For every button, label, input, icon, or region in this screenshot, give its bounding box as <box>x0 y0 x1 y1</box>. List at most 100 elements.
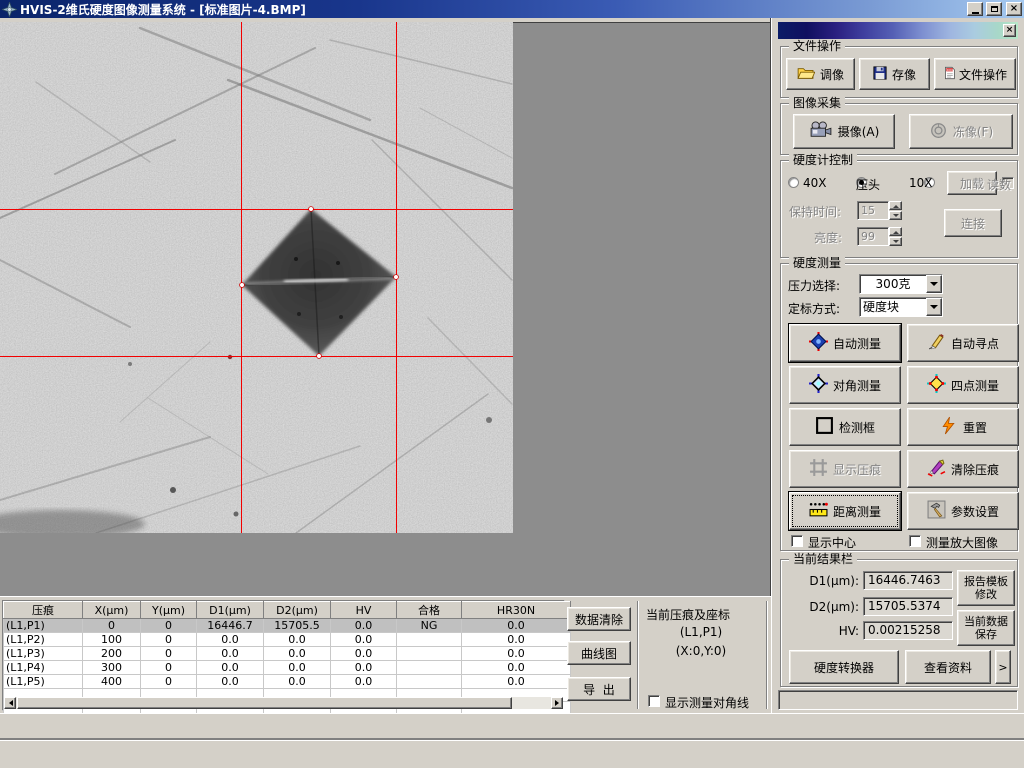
coord-indent-id: (L1,P1) <box>646 625 756 639</box>
distance-measure-icon <box>809 500 828 522</box>
clear-indent-label: 清除压痕 <box>951 461 999 478</box>
calib-dropdown-arrow-icon[interactable] <box>926 298 942 316</box>
diagonal-measure-button[interactable]: 对角测量 <box>789 366 901 404</box>
table-row[interactable]: (L1,P2)10000.00.00.00.0 <box>4 633 571 647</box>
param-settings-button[interactable]: 参数设置 <box>907 492 1019 530</box>
app-icon[interactable] <box>2 2 17 17</box>
column-header[interactable]: HV <box>331 602 397 619</box>
export-button[interactable]: 导 出 <box>567 677 631 701</box>
freeze-button[interactable]: 冻像(F) <box>909 114 1013 149</box>
results-table-wrapper: 压痕X(μm)Y(μm)D1(μm)D2(μm)HV合格HR30N (L1,P1… <box>2 600 565 711</box>
view-info-button[interactable]: 查看资料 <box>905 650 991 684</box>
show-diagonal-checkbox[interactable] <box>648 695 660 707</box>
close-button[interactable]: × <box>1006 2 1022 16</box>
four-point-measure-button[interactable]: 四点测量 <box>907 366 1019 404</box>
distance-measure-button[interactable]: 距离测量 <box>789 492 901 530</box>
taskbar: 开始 e Eye Q msn e 百度MP3搜... 4 Window... W… <box>0 740 1024 768</box>
camera-button[interactable]: 摄像(A) <box>793 114 895 149</box>
hardness-converter-button[interactable]: 硬度转换器 <box>789 650 899 684</box>
column-header[interactable]: HR30N <box>462 602 571 619</box>
auto-seek-icon <box>927 332 946 354</box>
save-data-button[interactable]: 当前数据 保存 <box>957 610 1015 646</box>
detect-frame-label: 检测框 <box>839 419 875 436</box>
capture-group: 图像采集 摄像(A) 冻像(F) <box>780 103 1018 155</box>
show-center-label: 显示中心 <box>808 534 856 551</box>
column-header[interactable]: 压痕 <box>4 602 83 619</box>
magnify-checkbox[interactable] <box>909 535 921 547</box>
reset-icon <box>939 416 958 438</box>
coord-xy: (X:0,Y:0) <box>646 644 756 658</box>
report-template-button[interactable]: 报告模板 修改 <box>957 570 1015 606</box>
radio-40x[interactable] <box>788 177 799 188</box>
clear-data-button[interactable]: 数据清除 <box>567 607 631 631</box>
reset-button[interactable]: 重置 <box>907 408 1019 446</box>
connect-button[interactable]: 连接 <box>944 209 1002 237</box>
title-bar: HVIS-2维氏硬度图像测量系统 - [标准图片-4.BMP] × <box>0 0 1024 18</box>
save-image-button[interactable]: 存像 <box>859 58 930 90</box>
minimize-button[interactable] <box>967 2 983 16</box>
file-operations-label: 文件操作 <box>959 66 1007 83</box>
scroll-right-icon <box>555 700 562 706</box>
save-data-label-1: 当前数据 <box>964 615 1008 628</box>
tester-group-title: 硬度计控制 <box>789 153 857 168</box>
clear-indent-button[interactable]: 清除压痕 <box>907 450 1019 488</box>
auto-measure-button[interactable]: 自动测量 <box>789 324 901 362</box>
hold-time-stepper[interactable] <box>889 201 902 220</box>
scrollbar-thumb[interactable] <box>17 697 512 709</box>
results-table-header[interactable]: 压痕X(μm)Y(μm)D1(μm)D2(μm)HV合格HR30N <box>4 602 571 619</box>
svg-text:DOC: DOC <box>947 67 953 71</box>
table-row[interactable]: (L1,P5)40000.00.00.00.0 <box>4 675 571 689</box>
data-section: 压痕X(μm)Y(μm)D1(μm)D2(μm)HV合格HR30N (L1,P1… <box>0 596 771 713</box>
report-template-label-1: 报告模板 <box>964 575 1008 588</box>
auto-measure-label: 自动测量 <box>833 335 881 352</box>
d2-value-field: 15705.5374 <box>863 597 953 616</box>
param-settings-icon <box>927 500 946 522</box>
table-row[interactable]: (L1,P3)20000.00.00.00.0 <box>4 647 571 661</box>
file-operations-button[interactable]: DOC 文件操作 <box>934 58 1016 90</box>
more-button[interactable]: > <box>995 650 1011 684</box>
hold-time-label: 保持时间: <box>789 203 841 220</box>
panel-close-button[interactable]: × <box>1003 24 1016 37</box>
show-indent-button[interactable]: 显示压痕 <box>789 450 901 488</box>
brightness-field[interactable]: 99 <box>857 227 889 246</box>
force-dropdown-arrow-icon[interactable] <box>926 275 942 293</box>
d1-label: D1(μm): <box>787 574 859 588</box>
scroll-left-button[interactable] <box>4 697 16 709</box>
column-header[interactable]: Y(μm) <box>141 602 197 619</box>
restore-button[interactable] <box>986 2 1002 16</box>
scroll-right-button[interactable] <box>551 697 563 709</box>
d2-label: D2(μm): <box>787 600 859 614</box>
column-header[interactable]: D2(μm) <box>264 602 331 619</box>
curve-chart-button[interactable]: 曲线图 <box>567 641 631 665</box>
micrograph-viewport[interactable] <box>0 22 513 533</box>
report-template-label-2: 修改 <box>975 588 997 601</box>
column-header[interactable]: D1(μm) <box>197 602 264 619</box>
show-center-checkbox[interactable] <box>791 535 803 547</box>
table-row[interactable]: (L1,P1)0016446.715705.50.0NG0.0 <box>4 619 571 633</box>
detect-frame-icon <box>815 416 834 438</box>
force-select-dropdown[interactable]: 300克 <box>859 274 943 294</box>
section-right-divider <box>766 601 768 709</box>
save-image-label: 存像 <box>892 66 916 83</box>
table-hscrollbar[interactable] <box>4 697 563 709</box>
save-data-label-2: 保存 <box>975 628 997 641</box>
load-image-button[interactable]: 调像 <box>786 58 855 90</box>
auto-seek-button[interactable]: 自动寻点 <box>907 324 1019 362</box>
brightness-stepper[interactable] <box>889 227 902 246</box>
hold-time-field[interactable]: 15 <box>857 201 889 220</box>
calib-mode-value: 硬度块 <box>860 298 926 316</box>
column-header[interactable]: X(μm) <box>83 602 141 619</box>
calib-mode-dropdown[interactable]: 硬度块 <box>859 297 943 317</box>
hv-value-field: 0.00215258 <box>863 621 953 640</box>
detect-frame-button[interactable]: 检测框 <box>789 408 901 446</box>
camera-label: 摄像(A) <box>838 123 880 140</box>
force-select-value: 300克 <box>860 275 926 293</box>
distance-measure-label: 距离测量 <box>833 503 881 520</box>
read-label: 读数 <box>987 176 1011 193</box>
application-window: HVIS-2维氏硬度图像测量系统 - [标准图片-4.BMP] × <box>0 0 1024 768</box>
open-folder-icon <box>797 66 815 83</box>
brightness-label: 亮度: <box>814 229 842 246</box>
table-row[interactable]: (L1,P4)30000.00.00.00.0 <box>4 661 571 675</box>
force-select-label: 压力选择: <box>788 277 840 294</box>
column-header[interactable]: 合格 <box>397 602 462 619</box>
